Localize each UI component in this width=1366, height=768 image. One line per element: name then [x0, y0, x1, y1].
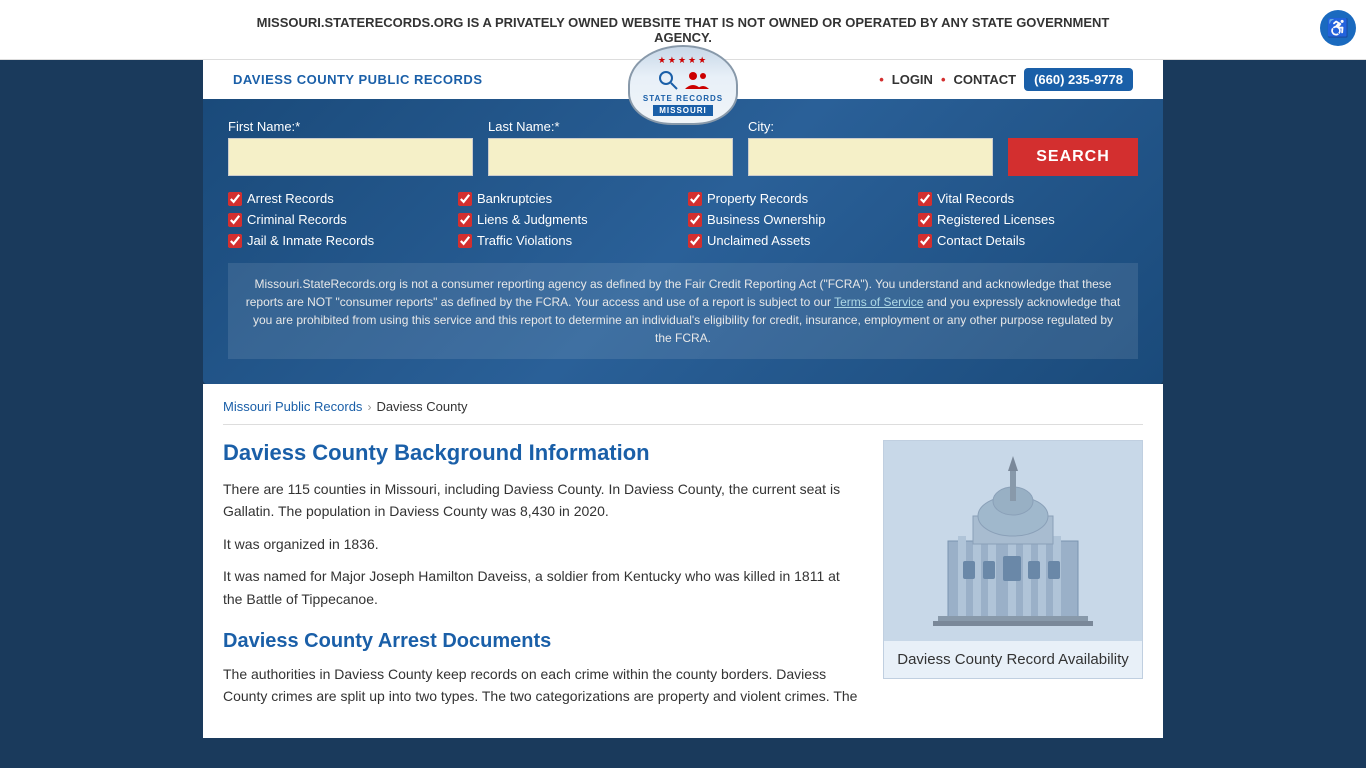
checkbox-traffic-violations[interactable]: [458, 234, 472, 248]
logo-missouri-text: MISSOURI: [653, 105, 713, 116]
checkbox-label: Property Records: [707, 191, 808, 206]
background-para3: It was named for Major Joseph Hamilton D…: [223, 565, 858, 610]
last-name-input[interactable]: [488, 138, 733, 176]
checkbox-contact-details[interactable]: [918, 234, 932, 248]
login-link[interactable]: LOGIN: [892, 72, 933, 87]
terms-link[interactable]: Terms of Service: [834, 295, 923, 309]
checkbox-item: Arrest Records: [228, 191, 448, 206]
checkbox-label: Unclaimed Assets: [707, 233, 810, 248]
search-button[interactable]: SEARCH: [1008, 138, 1138, 176]
building-svg: [898, 451, 1128, 631]
main-content: Daviess County Background Information Th…: [223, 440, 1143, 718]
first-name-group: First Name:*: [228, 119, 473, 176]
checkbox-label: Jail & Inmate Records: [247, 233, 374, 248]
first-name-input[interactable]: [228, 138, 473, 176]
checkbox-registered-licenses[interactable]: [918, 213, 932, 227]
phone-button[interactable]: (660) 235-9778: [1024, 68, 1133, 91]
checkbox-item: Vital Records: [918, 191, 1138, 206]
checkbox-liens-&-judgments[interactable]: [458, 213, 472, 227]
last-name-group: Last Name:*: [488, 119, 733, 176]
checkbox-item: Traffic Violations: [458, 233, 678, 248]
checkbox-vital-records[interactable]: [918, 192, 932, 206]
content-wrapper: Missouri Public Records › Daviess County…: [203, 384, 1163, 738]
contact-link[interactable]: CONTACT: [954, 72, 1017, 87]
content-left: Daviess County Background Information Th…: [223, 440, 858, 718]
checkbox-label: Registered Licenses: [937, 212, 1055, 227]
content-right: Daviess County Record Availability: [883, 440, 1143, 718]
checkbox-item: Registered Licenses: [918, 212, 1138, 227]
checkbox-label: Liens & Judgments: [477, 212, 588, 227]
checkbox-criminal-records[interactable]: [228, 213, 242, 227]
banner-text: MISSOURI.STATERECORDS.ORG IS A PRIVATELY…: [233, 15, 1133, 45]
checkbox-label: Contact Details: [937, 233, 1025, 248]
background-heading: Daviess County Background Information: [223, 440, 858, 466]
checkbox-business-ownership[interactable]: [688, 213, 702, 227]
accessibility-button[interactable]: ♿: [1320, 10, 1356, 46]
city-group: City:: [748, 119, 993, 176]
arrest-para1: The authorities in Daviess County keep r…: [223, 663, 858, 708]
checkbox-arrest-records[interactable]: [228, 192, 242, 206]
site-title: DAVIESS COUNTY PUBLIC RECORDS: [233, 72, 483, 87]
checkboxes-row: Arrest Records Bankruptcies Property Recor…: [228, 191, 1138, 248]
bullet2: •: [941, 72, 946, 87]
logo-container: ★★★★★ STATE REC: [628, 45, 738, 125]
breadcrumb-home[interactable]: Missouri Public Records: [223, 399, 362, 414]
record-card-title: Daviess County Record Availability: [887, 641, 1139, 678]
checkbox-item: Property Records: [688, 191, 908, 206]
disclaimer: Missouri.StateRecords.org is not a consu…: [228, 263, 1138, 359]
checkbox-label: Criminal Records: [247, 212, 347, 227]
logo-icons: [657, 69, 710, 91]
nav-right: • LOGIN • CONTACT (660) 235-9778: [879, 68, 1133, 91]
checkbox-item: Criminal Records: [228, 212, 448, 227]
background-para2: It was organized in 1836.: [223, 533, 858, 555]
city-input[interactable]: [748, 138, 993, 176]
background-para1: There are 115 counties in Missouri, incl…: [223, 478, 858, 523]
checkbox-item: Business Ownership: [688, 212, 908, 227]
checkbox-label: Bankruptcies: [477, 191, 552, 206]
site-header: DAVIESS COUNTY PUBLIC RECORDS ★★★★★: [203, 60, 1163, 99]
record-card: Daviess County Record Availability: [883, 440, 1143, 679]
checkbox-item: Contact Details: [918, 233, 1138, 248]
checkbox-label: Traffic Violations: [477, 233, 572, 248]
record-card-image: [884, 441, 1142, 641]
search-icon: [657, 69, 679, 91]
people-icon: [684, 69, 710, 91]
checkbox-label: Vital Records: [937, 191, 1014, 206]
search-section: First Name:* Last Name:* City: SEARCH Ar…: [203, 99, 1163, 384]
first-name-label: First Name:*: [228, 119, 473, 134]
checkbox-jail-&-inmate-records[interactable]: [228, 234, 242, 248]
checkbox-item: Bankruptcies: [458, 191, 678, 206]
breadcrumb-current: Daviess County: [376, 399, 467, 414]
checkbox-label: Business Ownership: [707, 212, 826, 227]
arrest-heading: Daviess County Arrest Documents: [223, 630, 858, 653]
checkbox-item: Jail & Inmate Records: [228, 233, 448, 248]
breadcrumb: Missouri Public Records › Daviess County: [223, 399, 1143, 425]
checkbox-item: Liens & Judgments: [458, 212, 678, 227]
search-form-row: First Name:* Last Name:* City: SEARCH: [228, 119, 1138, 176]
logo: ★★★★★ STATE REC: [628, 45, 738, 125]
checkbox-unclaimed-assets[interactable]: [688, 234, 702, 248]
main-wrapper: DAVIESS COUNTY PUBLIC RECORDS ★★★★★: [0, 60, 1366, 768]
checkbox-property-records[interactable]: [688, 192, 702, 206]
city-label: City:: [748, 119, 993, 134]
breadcrumb-chevron: ›: [367, 400, 371, 414]
checkbox-item: Unclaimed Assets: [688, 233, 908, 248]
logo-state-text: STATE RECORDS: [643, 94, 723, 103]
bullet1: •: [879, 72, 884, 87]
checkbox-bankruptcies[interactable]: [458, 192, 472, 206]
logo-stars: ★★★★★: [658, 55, 708, 66]
checkbox-label: Arrest Records: [247, 191, 334, 206]
